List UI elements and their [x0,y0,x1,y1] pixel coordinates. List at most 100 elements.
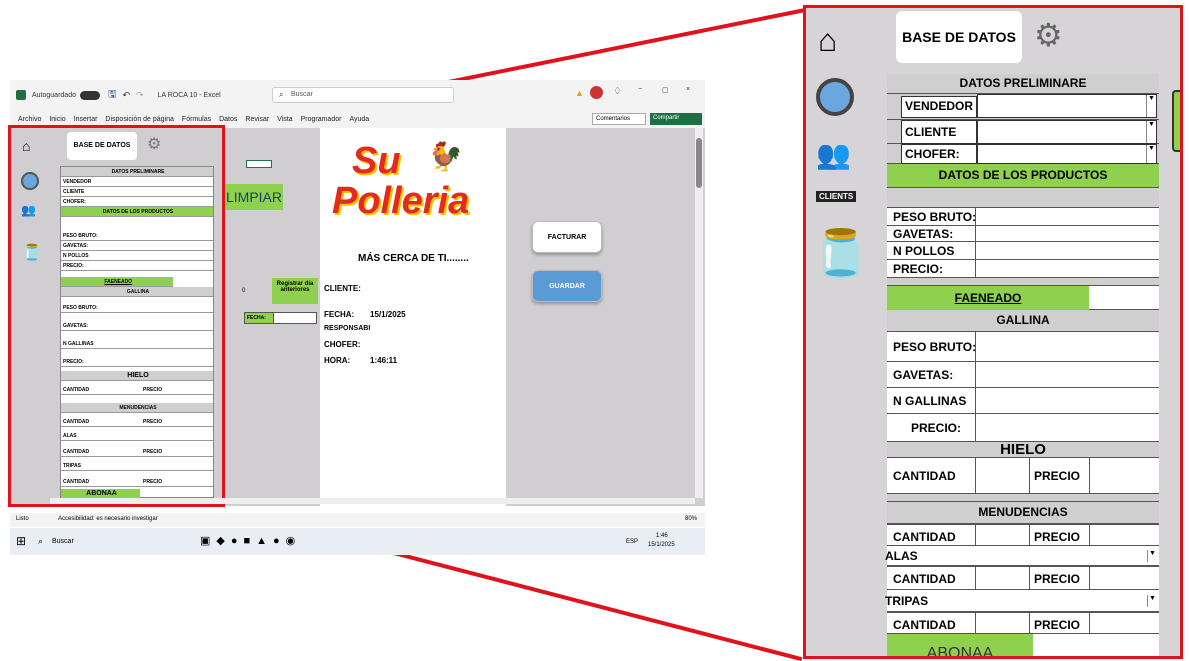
share-button[interactable]: Compartir [650,113,702,125]
status-ready: Listo [16,516,29,522]
clients-icon[interactable]: 👥 [816,138,851,171]
home-icon[interactable]: ⌂ [22,138,30,154]
copilot-icon[interactable]: ♢ [613,86,622,97]
guardar-button[interactable]: GUARDAR [532,270,602,302]
gallina-gavetas-input[interactable] [975,362,1159,387]
maximize-icon[interactable]: ▢ [662,86,669,94]
base-datos-button[interactable]: BASE DE DATOS [896,11,1022,63]
people-circle-icon[interactable] [21,172,39,190]
faeneado-label[interactable]: FAENEADO [955,291,1022,305]
invoice-responsable: RESPONSABI [324,325,371,332]
people-circle-icon[interactable] [816,78,854,116]
precio-input[interactable] [975,260,1159,277]
small-chofer: CHOFER: [63,199,86,205]
base-datos-label: BASE DE DATOS [902,29,1016,45]
facturar-button[interactable]: FACTURAR [532,221,602,253]
taskbar: ⊞ ⌕ Buscar ▣◆●■▲●◉ ESP 1:46 15/1/2025 [10,528,705,555]
title-bar: Autoguardado 🖫 ↶ ↷ LA ROCA 10 - Excel ⌕ … [10,80,705,110]
chevron-down-icon[interactable]: ▼ [1146,95,1156,117]
menu-item[interactable]: Insertar [74,116,98,123]
hielo-precio-input[interactable] [1089,458,1159,493]
food-jars-icon[interactable]: 🫙 [812,230,869,276]
chofer-dropdown[interactable]: ▼ [977,144,1157,164]
hielo-cantidad-input[interactable] [975,458,1029,493]
database-gear-icon[interactable]: ⚙ [147,134,161,154]
brand-logo: Su Polleria 🐓 [332,140,492,230]
alas-dropdown[interactable]: ALAS [885,550,918,562]
small-gavetas-2: GAVETAS: [63,323,89,329]
menu-item[interactable]: Revisar [245,116,269,123]
search-placeholder: Buscar [291,91,313,98]
database-gear-icon[interactable]: ⚙ [1034,16,1063,54]
file-title: LA ROCA 10 - Excel [157,91,221,99]
gallina-peso-bruto-input[interactable] [975,332,1159,361]
menu-item[interactable]: Vista [277,116,292,123]
close-icon[interactable]: × [686,86,690,93]
undo-icon[interactable]: ↶ [123,90,131,101]
horizontal-scrollbar[interactable] [50,498,695,504]
fecha-value-cell[interactable] [273,312,317,324]
chevron-down-icon[interactable]: ▼ [1146,121,1156,143]
n-pollos-label: N POLLOS [893,244,955,258]
fecha-cell-label: FECHA: [247,315,266,321]
menu-item[interactable]: Ayuda [349,116,369,123]
selected-cell[interactable] [246,160,272,168]
menu-item[interactable]: Fórmulas [182,116,211,123]
alas-precio-input[interactable] [1089,567,1159,589]
zoom-level[interactable]: 80% [685,516,697,522]
clients-icon[interactable]: 👥 [21,203,36,217]
warning-icon[interactable]: ▲ [575,88,584,98]
n-pollos-input[interactable] [975,242,1159,259]
minimize-icon[interactable]: − [638,86,642,93]
menu-item[interactable]: Datos [219,116,237,123]
home-icon[interactable]: ⌂ [818,22,837,59]
small-gavetas: GAVETAS: [63,243,89,249]
base-datos-button[interactable]: BASE DE DATOS [67,132,137,160]
menud-cantidad-input[interactable] [975,525,1029,545]
taskbar-search[interactable]: Buscar [52,538,74,545]
menu-item[interactable]: Inicio [49,116,65,123]
limpiar-label: LIMPIAR [225,189,282,205]
registrar-button[interactable]: Registrar día anteriores [272,278,318,304]
brand-top: Su [352,140,401,182]
small-tripas[interactable]: TRIPAS [63,463,81,469]
alas-cantidad-label: CANTIDAD [893,572,956,586]
avatar[interactable] [590,86,603,99]
tripas-dropdown[interactable]: TRIPAS [885,595,928,607]
menud-precio-input[interactable] [1089,525,1159,545]
cliente-dropdown[interactable]: ▼ [977,120,1157,144]
menu-item[interactable]: Programador [301,116,342,123]
language-indicator[interactable]: ESP [626,539,638,545]
food-jars-icon[interactable]: 🫙 [22,243,42,263]
small-peso-bruto: PESO BRUTO: [63,233,98,239]
rooster-icon: 🐓 [428,141,463,172]
vertical-scrollbar[interactable] [695,128,703,498]
redo-icon[interactable]: ↷ [136,90,144,101]
gavetas-input[interactable] [975,226,1159,241]
comments-button[interactable]: Comentarios [592,113,646,125]
accessibility-status[interactable]: Accesibilidad: es necesario investigar [58,516,158,522]
alas-cantidad-input[interactable] [975,567,1029,589]
vendedor-dropdown[interactable]: ▼ [977,94,1157,118]
invoice-hora: HORA: [324,356,351,365]
tripas-precio-input[interactable] [1089,613,1159,633]
search-box[interactable]: ⌕ Buscar [272,87,454,103]
menu-item[interactable]: Disposición de página [105,116,174,123]
save-icon[interactable]: 🖫 [108,87,117,104]
autosave-toggle[interactable] [79,90,100,100]
chevron-down-icon[interactable]: ▼ [1147,550,1157,562]
menu-item[interactable]: Archivo [18,116,41,123]
limpiar-button[interactable]: LIMPIAR [225,184,283,210]
peso-bruto-input[interactable] [975,208,1159,225]
menudencias-header: MENUDENCIAS [978,505,1068,519]
tripas-cantidad-input[interactable] [975,613,1029,633]
small-alas[interactable]: ALAS [63,433,77,439]
gallina-precio-input[interactable] [975,414,1159,441]
taskbar-search-icon: ⌕ [38,536,44,546]
chevron-down-icon[interactable]: ▼ [1147,595,1157,607]
right-edge-button[interactable] [1172,90,1180,152]
windows-icon[interactable]: ⊞ [16,534,26,548]
taskbar-apps[interactable]: ▣◆●■▲●◉ [200,534,301,547]
n-gallinas-input[interactable] [975,388,1159,413]
chevron-down-icon[interactable]: ▼ [1146,145,1156,163]
